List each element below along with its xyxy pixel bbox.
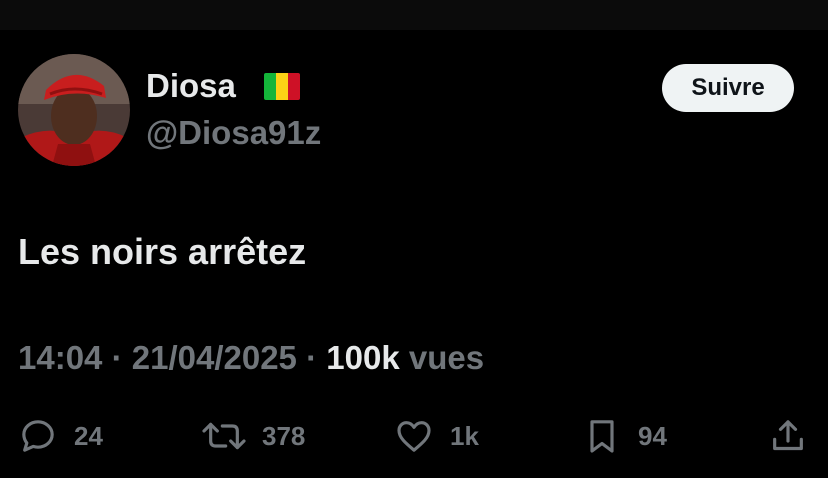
repost-icon <box>202 422 246 450</box>
avatar-image <box>18 54 130 166</box>
bookmark-button[interactable]: 94 <box>582 412 667 460</box>
top-strip <box>0 0 828 30</box>
display-name[interactable]: Diosa <box>146 66 236 106</box>
avatar[interactable] <box>18 54 130 166</box>
like-icon <box>397 421 431 452</box>
reply-button[interactable]: 24 <box>18 412 103 460</box>
repost-count: 378 <box>262 420 306 451</box>
meta-separator: · <box>111 339 123 376</box>
bookmark-icon <box>590 420 614 453</box>
views-count: 100k <box>326 339 400 376</box>
tweet-meta: 14:04 · 21/04/2025 · 100k vues <box>18 336 484 380</box>
repost-button[interactable]: 378 <box>200 412 305 460</box>
meta-separator: · <box>306 339 318 376</box>
mali-flag-icon <box>264 73 300 100</box>
bookmark-count: 94 <box>638 420 667 451</box>
like-count: 1k <box>450 420 479 451</box>
tweet-text: Les noirs arrêtez <box>18 231 307 272</box>
like-button[interactable]: 1k <box>394 412 479 460</box>
views-label: vues <box>408 339 485 376</box>
follow-button[interactable]: Suivre <box>662 64 794 112</box>
tweet-time[interactable]: 14:04 <box>18 339 102 376</box>
reply-icon <box>22 420 54 452</box>
user-handle[interactable]: @Diosa91z <box>146 113 321 153</box>
tweet-date[interactable]: 21/04/2025 <box>132 339 297 376</box>
share-icon <box>773 420 803 451</box>
reply-count: 24 <box>74 420 103 451</box>
action-bar: 24 378 1k 94 <box>0 412 828 460</box>
share-button[interactable] <box>768 412 808 460</box>
